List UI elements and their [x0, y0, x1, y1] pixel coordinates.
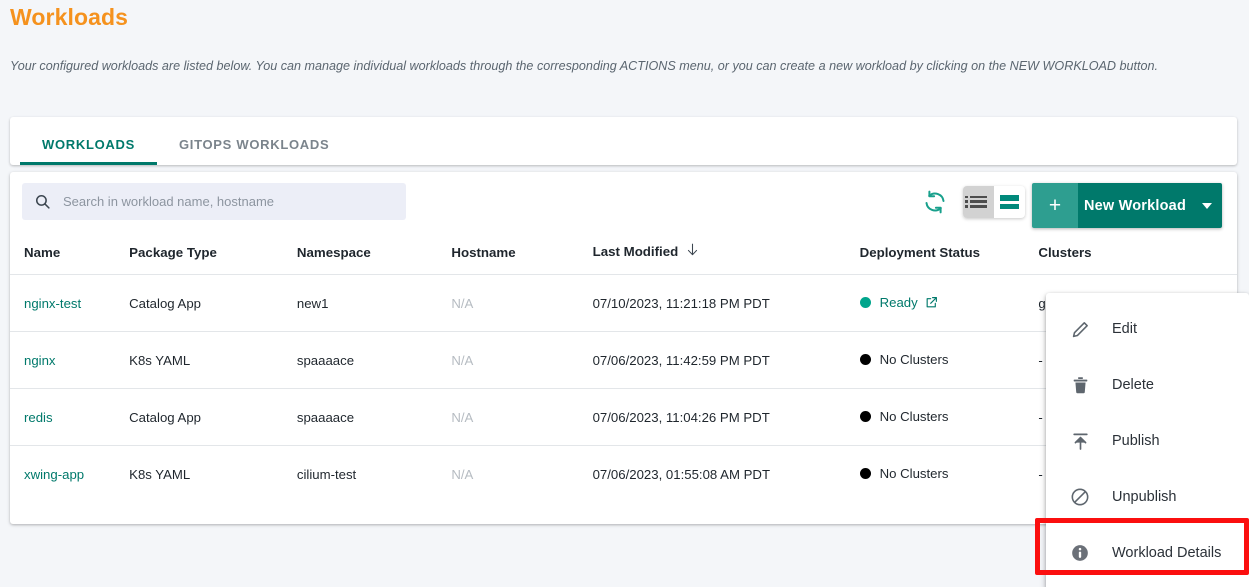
status-link[interactable]: Ready	[880, 295, 938, 310]
status-label: No Clusters	[879, 352, 949, 367]
status-dot-ready	[859, 297, 871, 308]
search-input[interactable]	[63, 194, 393, 209]
column-header-last-modified-label: Last Modified	[592, 243, 679, 259]
tab-gitops-workloads[interactable]: GITOPS WORKLOADS	[157, 137, 351, 165]
workload-name-link[interactable]: nginx-test	[24, 296, 81, 311]
plus-icon[interactable]: +	[1032, 183, 1078, 228]
menu-item-workload-details[interactable]: Workload Details	[1046, 525, 1249, 581]
tabs-card: WORKLOADS GITOPS WORKLOADS	[10, 117, 1237, 165]
status-dot-no-clusters	[859, 354, 871, 365]
column-header-name[interactable]: Name	[10, 232, 130, 275]
menu-item-workload-details-label: Workload Details	[1112, 545, 1222, 561]
cell-last-modified: 07/06/2023, 11:42:59 PM PDT	[592, 331, 860, 389]
pencil-icon	[1070, 319, 1090, 339]
status-label: Ready	[879, 295, 918, 310]
cell-namespace: spaaaace	[296, 331, 452, 389]
trash-icon	[1070, 375, 1090, 395]
workload-name-link[interactable]: redis	[24, 410, 53, 425]
list-view-icon[interactable]	[963, 186, 994, 218]
status-label: No Clusters	[879, 466, 949, 482]
search-box[interactable]	[22, 183, 406, 220]
cell-namespace: spaaaace	[296, 388, 452, 446]
workloads-page: Workloads Your configured workloads are …	[0, 0, 1249, 587]
column-header-last-modified[interactable]: Last Modified	[592, 232, 860, 275]
menu-item-unpublish[interactable]: Unpublish	[1046, 469, 1249, 525]
cell-namespace: cilium-test	[296, 445, 452, 503]
info-icon	[1070, 543, 1090, 563]
column-header-deployment-status[interactable]: Deployment Status	[859, 232, 1039, 275]
menu-item-edit-label: Edit	[1112, 321, 1137, 337]
cell-hostname: N/A	[451, 445, 593, 503]
cell-deployment-status: No Clusters	[859, 331, 1039, 389]
external-link-icon[interactable]	[925, 296, 938, 309]
chevron-down-icon[interactable]	[1202, 202, 1213, 209]
card-view-icon[interactable]	[994, 186, 1025, 218]
cell-last-modified: 07/06/2023, 01:55:08 AM PDT	[592, 445, 860, 503]
cell-hostname: N/A	[451, 274, 593, 332]
status-dot-no-clusters	[859, 411, 871, 422]
column-header-clusters[interactable]: Clusters	[1038, 232, 1237, 275]
table-header-row: Name Package Type Namespace Hostname Las…	[10, 232, 1237, 275]
menu-item-unpublish-label: Unpublish	[1112, 489, 1177, 505]
menu-item-delete[interactable]: Delete	[1046, 357, 1249, 413]
status-dot-no-clusters	[859, 468, 871, 480]
column-header-package-type[interactable]: Package Type	[129, 232, 297, 275]
cell-last-modified: 07/10/2023, 11:21:18 PM PDT	[592, 274, 860, 332]
page-title: Workloads	[10, 4, 129, 30]
refresh-icon[interactable]	[923, 190, 947, 214]
upload-arrow-icon	[1070, 431, 1090, 451]
menu-item-publish[interactable]: Publish	[1046, 413, 1249, 469]
cell-last-modified: 07/06/2023, 11:04:26 PM PDT	[592, 388, 860, 446]
cell-hostname: N/A	[451, 388, 593, 446]
workload-name-link[interactable]: nginx	[24, 353, 56, 368]
new-workload-main[interactable]: New Workload	[1078, 183, 1222, 228]
menu-item-delete-label: Delete	[1112, 377, 1154, 393]
arrow-down-icon	[685, 242, 700, 260]
tab-workloads[interactable]: WORKLOADS	[20, 137, 157, 165]
new-workload-label: New Workload	[1083, 197, 1187, 214]
workload-name-link[interactable]: xwing-app	[24, 467, 84, 482]
block-circle-icon	[1070, 487, 1090, 507]
cell-package-type: K8s YAML	[129, 331, 297, 389]
menu-item-publish-label: Publish	[1112, 433, 1160, 449]
cell-deployment-status: No Clusters	[859, 388, 1039, 446]
search-icon	[34, 193, 51, 210]
cell-package-type: Catalog App	[129, 388, 297, 446]
cell-package-type: K8s YAML	[129, 445, 297, 503]
cell-package-type: Catalog App	[129, 274, 297, 332]
cell-hostname: N/A	[451, 331, 593, 389]
actions-context-menu: Edit Delete Publish Unpublish Workload D…	[1046, 293, 1249, 587]
menu-item-edit[interactable]: Edit	[1046, 301, 1249, 357]
column-header-namespace[interactable]: Namespace	[296, 232, 452, 275]
page-description: Your configured workloads are listed bel…	[10, 59, 1159, 73]
cell-namespace: new1	[296, 274, 452, 332]
new-workload-button[interactable]: + New Workload	[1032, 183, 1222, 228]
tabs-row: WORKLOADS GITOPS WORKLOADS	[10, 117, 1237, 165]
cell-deployment-status: Ready	[859, 274, 1039, 332]
status-label: No Clusters	[879, 409, 949, 424]
view-toggle-group[interactable]	[963, 186, 1025, 218]
column-header-hostname[interactable]: Hostname	[451, 232, 593, 275]
cell-deployment-status: No Clusters	[859, 445, 1039, 503]
